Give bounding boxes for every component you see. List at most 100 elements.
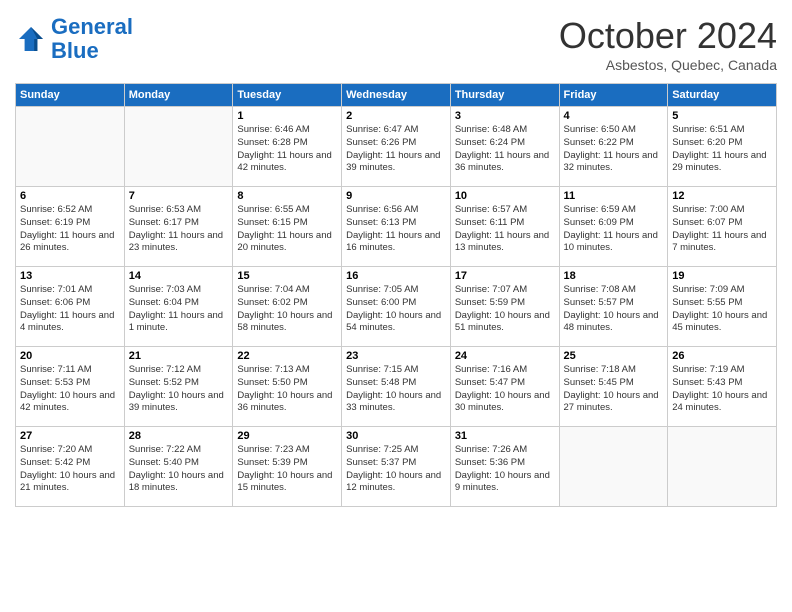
day-info: Sunrise: 6:46 AMSunset: 6:28 PMDaylight:… — [237, 124, 337, 175]
col-tuesday: Tuesday — [233, 84, 342, 107]
day-info: Sunrise: 7:22 AMSunset: 5:40 PMDaylight:… — [129, 444, 229, 495]
cell-3-4: 16 Sunrise: 7:05 AMSunset: 6:00 PMDayligh… — [342, 267, 451, 347]
col-sunday: Sunday — [16, 84, 125, 107]
day-info: Sunrise: 7:01 AMSunset: 6:06 PMDaylight:… — [20, 284, 120, 335]
cell-2-1: 6 Sunrise: 6:52 AMSunset: 6:19 PMDaylight… — [16, 187, 125, 267]
cell-3-2: 14 Sunrise: 7:03 AMSunset: 6:04 PMDayligh… — [124, 267, 233, 347]
day-number: 14 — [129, 270, 229, 282]
day-info: Sunrise: 6:57 AMSunset: 6:11 PMDaylight:… — [455, 204, 555, 255]
month-title: October 2024 — [559, 15, 777, 57]
col-wednesday: Wednesday — [342, 84, 451, 107]
cell-2-7: 12Sunrise: 7:00 AMSunset: 6:07 PMDayligh… — [668, 187, 777, 267]
day-info: Sunrise: 7:23 AMSunset: 5:39 PMDaylight:… — [237, 444, 337, 495]
day-number: 29 — [237, 430, 337, 442]
cell-3-3: 15 Sunrise: 7:04 AMSunset: 6:02 PMDayligh… — [233, 267, 342, 347]
day-number: 9 — [346, 190, 446, 202]
cell-5-2: 28 Sunrise: 7:22 AMSunset: 5:40 PMDayligh… — [124, 427, 233, 507]
day-number: 1 — [237, 110, 337, 122]
location-subtitle: Asbestos, Quebec, Canada — [559, 57, 777, 73]
cell-1-6: 4Sunrise: 6:50 AMSunset: 6:22 PMDaylight… — [559, 107, 668, 187]
day-info: Sunrise: 7:09 AMSunset: 5:55 PMDaylight:… — [672, 284, 772, 335]
cell-4-6: 25 Sunrise: 7:18 AMSunset: 5:45 PMDayligh… — [559, 347, 668, 427]
day-number: 24 — [455, 350, 555, 362]
day-info: Sunrise: 7:12 AMSunset: 5:52 PMDaylight:… — [129, 364, 229, 415]
day-info: Sunrise: 7:07 AMSunset: 5:59 PMDaylight:… — [455, 284, 555, 335]
day-number: 18 — [564, 270, 664, 282]
day-number: 27 — [20, 430, 120, 442]
cell-1-7: 5 Sunrise: 6:51 AMSunset: 6:20 PMDaylight… — [668, 107, 777, 187]
day-number: 25 — [564, 350, 664, 362]
cell-2-2: 7 Sunrise: 6:53 AMSunset: 6:17 PMDaylight… — [124, 187, 233, 267]
day-number: 8 — [237, 190, 337, 202]
calendar-header-row: Sunday Monday Tuesday Wednesday Thursday… — [16, 84, 777, 107]
day-info: Sunrise: 7:13 AMSunset: 5:50 PMDaylight:… — [237, 364, 337, 415]
col-saturday: Saturday — [668, 84, 777, 107]
cell-3-5: 17Sunrise: 7:07 AMSunset: 5:59 PMDayligh… — [450, 267, 559, 347]
cell-3-7: 19Sunrise: 7:09 AMSunset: 5:55 PMDayligh… — [668, 267, 777, 347]
logo: General Blue — [15, 15, 133, 63]
day-info: Sunrise: 7:04 AMSunset: 6:02 PMDaylight:… — [237, 284, 337, 335]
cell-5-4: 30Sunrise: 7:25 AMSunset: 5:37 PMDayligh… — [342, 427, 451, 507]
cell-5-7 — [668, 427, 777, 507]
day-number: 2 — [346, 110, 446, 122]
cell-2-5: 10 Sunrise: 6:57 AMSunset: 6:11 PMDayligh… — [450, 187, 559, 267]
cell-1-3: 1 Sunrise: 6:46 AMSunset: 6:28 PMDaylight… — [233, 107, 342, 187]
day-info: Sunrise: 7:18 AMSunset: 5:45 PMDaylight:… — [564, 364, 664, 415]
day-info: Sunrise: 6:52 AMSunset: 6:19 PMDaylight:… — [20, 204, 120, 255]
day-number: 11 — [564, 190, 664, 202]
day-info: Sunrise: 7:05 AMSunset: 6:00 PMDaylight:… — [346, 284, 446, 335]
cell-2-4: 9Sunrise: 6:56 AMSunset: 6:13 PMDaylight… — [342, 187, 451, 267]
day-info: Sunrise: 7:08 AMSunset: 5:57 PMDaylight:… — [564, 284, 664, 335]
logo-text: General Blue — [51, 15, 133, 63]
logo-icon — [15, 23, 47, 55]
calendar: Sunday Monday Tuesday Wednesday Thursday… — [15, 83, 777, 507]
day-info: Sunrise: 7:20 AMSunset: 5:42 PMDaylight:… — [20, 444, 120, 495]
cell-5-6 — [559, 427, 668, 507]
day-info: Sunrise: 7:03 AMSunset: 6:04 PMDaylight:… — [129, 284, 229, 335]
week-row-1: 1 Sunrise: 6:46 AMSunset: 6:28 PMDaylight… — [16, 107, 777, 187]
title-area: October 2024 Asbestos, Quebec, Canada — [559, 15, 777, 73]
logo-line2: Blue — [51, 38, 99, 63]
cell-2-6: 11 Sunrise: 6:59 AMSunset: 6:09 PMDayligh… — [559, 187, 668, 267]
day-number: 10 — [455, 190, 555, 202]
day-number: 23 — [346, 350, 446, 362]
day-number: 16 — [346, 270, 446, 282]
day-info: Sunrise: 7:26 AMSunset: 5:36 PMDaylight:… — [455, 444, 555, 495]
cell-4-1: 20 Sunrise: 7:11 AMSunset: 5:53 PMDayligh… — [16, 347, 125, 427]
cell-4-2: 21 Sunrise: 7:12 AMSunset: 5:52 PMDayligh… — [124, 347, 233, 427]
day-info: Sunrise: 7:11 AMSunset: 5:53 PMDaylight:… — [20, 364, 120, 415]
cell-2-3: 8Sunrise: 6:55 AMSunset: 6:15 PMDaylight… — [233, 187, 342, 267]
cell-1-5: 3Sunrise: 6:48 AMSunset: 6:24 PMDaylight… — [450, 107, 559, 187]
cell-4-7: 26Sunrise: 7:19 AMSunset: 5:43 PMDayligh… — [668, 347, 777, 427]
day-number: 30 — [346, 430, 446, 442]
day-number: 21 — [129, 350, 229, 362]
cell-4-3: 22Sunrise: 7:13 AMSunset: 5:50 PMDayligh… — [233, 347, 342, 427]
cell-3-1: 13 Sunrise: 7:01 AMSunset: 6:06 PMDayligh… — [16, 267, 125, 347]
day-number: 12 — [672, 190, 772, 202]
day-info: Sunrise: 7:19 AMSunset: 5:43 PMDaylight:… — [672, 364, 772, 415]
cell-4-4: 23Sunrise: 7:15 AMSunset: 5:48 PMDayligh… — [342, 347, 451, 427]
day-info: Sunrise: 6:53 AMSunset: 6:17 PMDaylight:… — [129, 204, 229, 255]
day-number: 28 — [129, 430, 229, 442]
day-info: Sunrise: 6:48 AMSunset: 6:24 PMDaylight:… — [455, 124, 555, 175]
cell-3-6: 18 Sunrise: 7:08 AMSunset: 5:57 PMDayligh… — [559, 267, 668, 347]
week-row-3: 13 Sunrise: 7:01 AMSunset: 6:06 PMDayligh… — [16, 267, 777, 347]
col-monday: Monday — [124, 84, 233, 107]
day-number: 6 — [20, 190, 120, 202]
col-thursday: Thursday — [450, 84, 559, 107]
week-row-5: 27 Sunrise: 7:20 AMSunset: 5:42 PMDayligh… — [16, 427, 777, 507]
week-row-4: 20 Sunrise: 7:11 AMSunset: 5:53 PMDayligh… — [16, 347, 777, 427]
day-number: 4 — [564, 110, 664, 122]
day-number: 31 — [455, 430, 555, 442]
day-info: Sunrise: 7:16 AMSunset: 5:47 PMDaylight:… — [455, 364, 555, 415]
day-number: 5 — [672, 110, 772, 122]
cell-1-1 — [16, 107, 125, 187]
cell-5-5: 31 Sunrise: 7:26 AMSunset: 5:36 PMDayligh… — [450, 427, 559, 507]
day-info: Sunrise: 6:51 AMSunset: 6:20 PMDaylight:… — [672, 124, 772, 175]
day-number: 15 — [237, 270, 337, 282]
day-number: 7 — [129, 190, 229, 202]
day-info: Sunrise: 6:59 AMSunset: 6:09 PMDaylight:… — [564, 204, 664, 255]
day-number: 20 — [20, 350, 120, 362]
day-number: 13 — [20, 270, 120, 282]
week-row-2: 6 Sunrise: 6:52 AMSunset: 6:19 PMDaylight… — [16, 187, 777, 267]
